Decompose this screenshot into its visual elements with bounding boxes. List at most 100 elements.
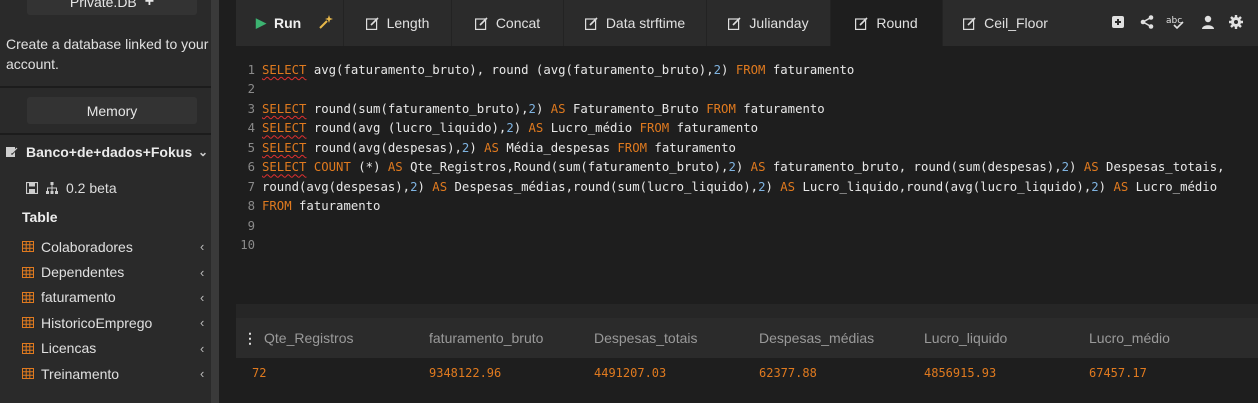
tab-data-strftime[interactable]: Data strftime <box>563 0 706 46</box>
result-cell[interactable]: 67457.17 <box>1073 358 1258 388</box>
line-text: FROM faturamento <box>262 199 381 214</box>
table-row[interactable]: 72 9348122.96 4491207.03 62377.88 485691… <box>236 358 1258 388</box>
code-line: 8 FROM faturamento <box>236 197 1225 217</box>
result-cell[interactable]: 4856915.93 <box>908 358 1073 388</box>
table-item-colaboradores[interactable]: Colaboradores ‹ <box>22 234 212 259</box>
column-header[interactable]: Lucro_liquido <box>908 318 1073 358</box>
result-cell[interactable]: 62377.88 <box>743 358 908 388</box>
column-header[interactable]: Qte_Registros <box>264 318 413 358</box>
line-text: SELECT round(avg(despesas),2) AS Média_d… <box>262 140 736 155</box>
code-line: 7 round(avg(despesas),2) AS Despesas_méd… <box>236 177 1225 197</box>
spellcheck-icon[interactable]: abc <box>1166 14 1186 30</box>
line-number: 7 <box>247 179 255 194</box>
tab-label: Round <box>876 15 918 31</box>
run-label: Run <box>274 15 302 31</box>
sidebar: Private.DB + Create a database linked to… <box>0 0 219 403</box>
code-line: 9 <box>236 216 1225 236</box>
add-icon[interactable] <box>1110 14 1126 30</box>
code-line: 3 SELECT round(sum(faturamento_bruto),2)… <box>236 99 1225 119</box>
code-area[interactable]: 1 SELECT avg(faturamento_bruto), round (… <box>236 60 1225 256</box>
table-item-historicoemprego[interactable]: HistoricoEmprego ‹ <box>22 310 212 335</box>
results-header: ⋮ Qte_Registros faturamento_bruto Despes… <box>236 318 1258 358</box>
column-header[interactable]: faturamento_bruto <box>413 318 578 358</box>
editor-results-divider[interactable] <box>236 304 1258 318</box>
line-number: 9 <box>247 218 255 233</box>
table-item-licencas[interactable]: Licencas ‹ <box>22 336 212 361</box>
code-line: 1 SELECT avg(faturamento_bruto), round (… <box>236 60 1225 80</box>
column-header[interactable]: Despesas_médias <box>743 318 908 358</box>
table-name: faturamento <box>41 289 116 306</box>
column-header[interactable]: Despesas_totais <box>578 318 743 358</box>
tab-round[interactable]: Round <box>830 0 942 46</box>
divider <box>0 86 211 88</box>
line-text: SELECT avg(faturamento_bruto), round (av… <box>262 62 855 77</box>
table-icon <box>22 241 34 253</box>
chevron-down-icon[interactable]: ⌄ <box>195 145 211 159</box>
table-icon <box>22 368 34 380</box>
table-icon <box>22 317 34 329</box>
line-number: 4 <box>247 121 255 136</box>
edit-icon <box>365 16 379 30</box>
table-heading: Table <box>22 209 58 225</box>
memory-button[interactable]: Memory <box>27 97 197 124</box>
code-line: 6 SELECT COUNT (*) AS Qte_Registros,Roun… <box>236 158 1225 178</box>
line-number: 8 <box>247 199 255 214</box>
code-line: 10 <box>236 236 1225 256</box>
column-header[interactable]: Lucro_médio <box>1073 318 1258 358</box>
table-item-dependentes[interactable]: Dependentes ‹ <box>22 259 212 284</box>
line-text: SELECT COUNT (*) AS Qte_Registros,Round(… <box>262 160 1225 175</box>
table-list: Colaboradores ‹ Dependentes ‹ faturament… <box>22 234 212 386</box>
tab-label: Concat <box>495 15 541 31</box>
save-icon[interactable] <box>26 182 38 194</box>
table-icon <box>22 266 34 278</box>
run-button[interactable]: ▶ Run <box>256 0 301 46</box>
user-icon[interactable] <box>1200 14 1216 30</box>
line-text: round(avg(despesas),2) AS Despesas_média… <box>262 179 1218 194</box>
toolbar: ▶ Run Length Concat Data strftime Julian… <box>236 0 1258 46</box>
tab-julianday[interactable]: Julianday <box>706 0 830 46</box>
database-edit-icon <box>6 147 18 157</box>
schema-icon[interactable] <box>46 182 58 194</box>
edit-icon <box>855 16 868 30</box>
table-item-treinamento[interactable]: Treinamento ‹ <box>22 361 212 386</box>
tab-label: Length <box>386 15 430 31</box>
column-menu-icon[interactable]: ⋮ <box>236 318 264 358</box>
line-number: 1 <box>247 62 255 77</box>
private-db-label: Private.DB <box>69 0 137 10</box>
database-selector[interactable]: Banco+de+dados+Fokus ⌄ <box>6 141 211 163</box>
tab-label: Ceil_Floor <box>984 15 1048 31</box>
tab-concat[interactable]: Concat <box>451 0 563 46</box>
table-name: Treinamento <box>41 365 120 382</box>
line-number: 3 <box>247 101 255 116</box>
sidebar-scrollbar[interactable] <box>211 0 219 403</box>
sql-editor[interactable]: 1 SELECT avg(faturamento_bruto), round (… <box>236 46 1258 304</box>
table-name: Licencas <box>41 340 97 357</box>
line-number: 6 <box>247 160 255 175</box>
edit-icon <box>728 16 741 30</box>
edit-icon <box>584 16 598 30</box>
table-icon <box>22 291 34 303</box>
settings-icon[interactable] <box>1228 14 1244 30</box>
tab-label: Data strftime <box>605 15 686 31</box>
private-db-button[interactable]: Private.DB + <box>27 0 197 15</box>
line-number: 2 <box>247 82 255 97</box>
table-icon <box>22 342 34 354</box>
result-cell[interactable]: 9348122.96 <box>413 358 578 388</box>
table-item-faturamento[interactable]: faturamento ‹ <box>22 285 212 310</box>
share-icon[interactable] <box>1139 14 1155 30</box>
line-text: SELECT round(sum(faturamento_bruto),2) A… <box>262 101 825 116</box>
results-grid: ⋮ Qte_Registros faturamento_bruto Despes… <box>236 318 1258 403</box>
database-name: Banco+de+dados+Fokus <box>26 144 193 160</box>
line-number: 5 <box>247 140 255 155</box>
magic-wand-icon[interactable] <box>318 14 334 30</box>
create-database-text[interactable]: Create a database linked to your account… <box>6 34 211 74</box>
result-cell[interactable]: 4491207.03 <box>578 358 743 388</box>
divider <box>0 133 211 135</box>
edit-icon <box>474 16 488 30</box>
play-icon: ▶ <box>256 15 266 30</box>
table-name: Dependentes <box>41 264 125 281</box>
result-cell[interactable]: 72 <box>236 358 413 388</box>
tab-length[interactable]: Length <box>343 0 451 46</box>
tab-ceil-floor[interactable]: Ceil_Floor <box>942 0 1068 46</box>
tab-label: Julianday <box>749 15 809 31</box>
